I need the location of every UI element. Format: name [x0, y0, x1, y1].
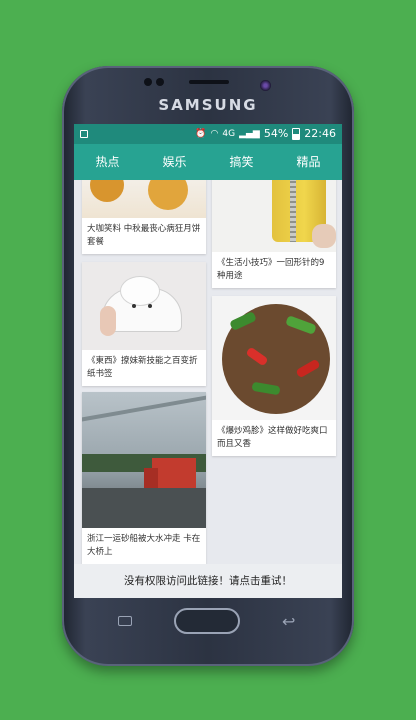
- video-thumbnail: [212, 180, 336, 252]
- alarm-icon: ⏰: [195, 129, 207, 139]
- video-card[interactable]: 大咖笑料 中秋最丧心病狂月饼套餐: [82, 180, 206, 254]
- signal-icon: ▂▄▆: [239, 129, 260, 139]
- recent-apps-icon[interactable]: [118, 616, 132, 626]
- video-thumbnail: [82, 262, 206, 350]
- home-button[interactable]: [174, 608, 240, 634]
- video-title: 《生活小技巧》一回形针的9种用途: [217, 258, 325, 281]
- video-thumbnail: [212, 296, 336, 420]
- network-type: 4G: [222, 129, 236, 139]
- brand-logo: SAMSUNG: [158, 96, 258, 114]
- front-camera: [260, 80, 271, 91]
- video-thumbnail: [82, 392, 206, 528]
- clock: 22:46: [304, 127, 336, 140]
- status-bar: ⏰ ◠ 4G ▂▄▆ 54% 22:46: [74, 124, 342, 144]
- video-feed[interactable]: 大咖笑料 中秋最丧心病狂月饼套餐 《東西》撩妹新技能之百变折纸书签 浙江一运砂船…: [74, 180, 342, 564]
- video-card[interactable]: 《爆炒鸡胗》这样做好吃爽口而且又香: [212, 296, 336, 456]
- sensor-dot: [144, 78, 152, 86]
- back-icon[interactable]: ↩: [282, 612, 295, 631]
- wifi-icon: ◠: [210, 129, 219, 139]
- video-card[interactable]: 《東西》撩妹新技能之百变折纸书签: [82, 262, 206, 386]
- earpiece-speaker: [189, 80, 229, 84]
- tab-entertainment[interactable]: 娱乐: [141, 144, 208, 180]
- tab-funny[interactable]: 搞笑: [208, 144, 275, 180]
- error-retry-message[interactable]: 没有权限访问此链接！请点击重试！: [74, 564, 342, 598]
- phone-screen: ⏰ ◠ 4G ▂▄▆ 54% 22:46 热点 娱乐 搞笑 精品 大咖笑料 中秋…: [74, 124, 342, 598]
- tab-hot[interactable]: 热点: [74, 144, 141, 180]
- video-title: 浙江一运砂船被大水冲走 卡在大桥上: [87, 534, 201, 557]
- video-title: 大咖笑料 中秋最丧心病狂月饼套餐: [87, 224, 201, 247]
- video-thumbnail: [82, 180, 206, 218]
- battery-icon: [292, 128, 301, 140]
- video-card[interactable]: 《生活小技巧》一回形针的9种用途: [212, 180, 336, 288]
- video-card[interactable]: 浙江一运砂船被大水冲走 卡在大桥上: [82, 392, 206, 564]
- battery-percent: 54%: [263, 127, 289, 140]
- video-title: 《東西》撩妹新技能之百变折纸书签: [87, 356, 198, 379]
- tab-featured[interactable]: 精品: [275, 144, 342, 180]
- screenshot-notification-icon: [80, 130, 88, 138]
- category-tabs: 热点 娱乐 搞笑 精品: [74, 144, 342, 180]
- sensor-dot: [156, 78, 164, 86]
- video-title: 《爆炒鸡胗》这样做好吃爽口而且又香: [217, 426, 328, 449]
